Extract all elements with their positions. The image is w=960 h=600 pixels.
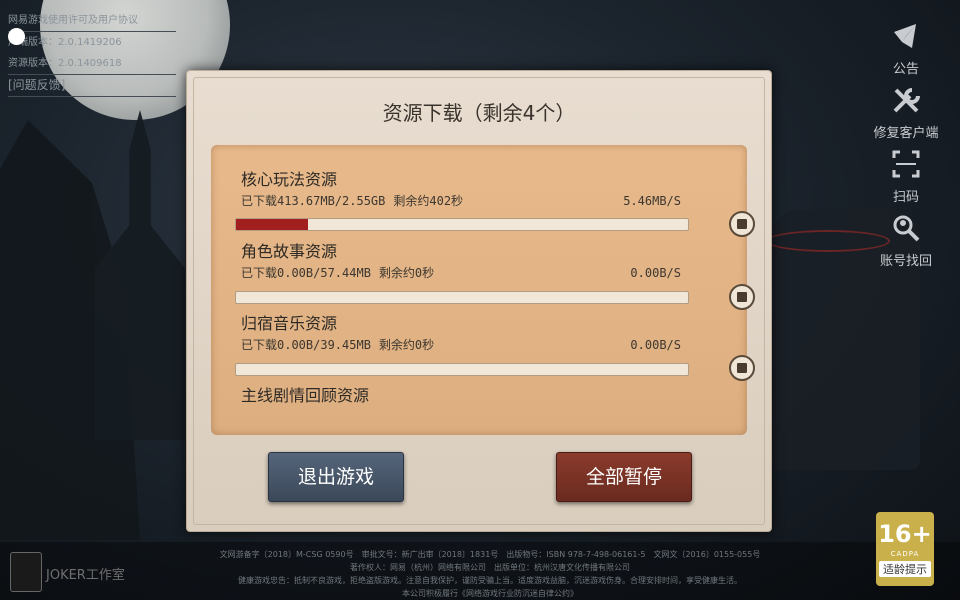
pause-item-button[interactable] bbox=[729, 284, 755, 310]
progress-bar-core bbox=[235, 218, 689, 231]
pause-item-button[interactable] bbox=[729, 355, 755, 381]
item-name: 角色故事资源 bbox=[241, 242, 338, 261]
item-stats: 已下载413.67MB/2.55GB 剩余约402秒 5.46MB/S bbox=[241, 191, 681, 211]
floating-assist-dot[interactable] bbox=[8, 28, 25, 45]
item-name: 归宿音乐资源 bbox=[241, 314, 338, 333]
age-rating-badge[interactable]: 16+ CADPA 适龄提示 bbox=[876, 512, 934, 586]
notice-button[interactable]: 公告 bbox=[870, 20, 942, 77]
download-item-core: 核心玩法资源 已下载413.67MB/2.55GB 剩余约402秒 5.46MB/… bbox=[241, 169, 681, 211]
version-info: 网易游戏使用许可及用户协议 户端版本：2.0.1419206 资源版本：2.0.… bbox=[8, 10, 176, 97]
account-recovery-label: 账号找回 bbox=[879, 254, 932, 269]
joker-logo bbox=[10, 552, 42, 592]
item-downloaded: 已下载413.67MB/2.55GB bbox=[241, 194, 386, 208]
footer-line-4: 本公司积极履行《网络游戏行业防沉迷自律公约》 bbox=[402, 589, 578, 598]
church-silhouette bbox=[95, 110, 185, 440]
item-name: 主线剧情回顾资源 bbox=[241, 386, 370, 405]
footer-line-3: 健康游戏忠告：抵制不良游戏，拒绝盗版游戏。注意自我保护，谨防受骗上当。适度游戏益… bbox=[238, 576, 742, 585]
item-downloaded: 已下载0.00B/57.44MB bbox=[241, 266, 371, 280]
exit-game-button[interactable]: 退出游戏 bbox=[268, 452, 404, 502]
scan-label: 扫码 bbox=[892, 190, 919, 205]
footer-line-1: 文网游备字〔2018〕M-CSG 0590号 审批文号：新广出审〔2018〕18… bbox=[219, 550, 761, 559]
studio-name: JOKER工作室 bbox=[46, 568, 125, 583]
item-downloaded: 已下载0.00B/39.45MB bbox=[241, 338, 371, 352]
resource-version: 资源版本：2.0.1409618 bbox=[8, 53, 176, 75]
pause-item-button[interactable] bbox=[729, 211, 755, 237]
progress-bar-story bbox=[235, 291, 689, 304]
item-remaining: 剩余约0秒 bbox=[378, 338, 435, 352]
item-name: 核心玩法资源 bbox=[241, 170, 338, 189]
item-remaining: 剩余约402秒 bbox=[393, 194, 464, 208]
footer: 文网游备字〔2018〕M-CSG 0590号 审批文号：新广出审〔2018〕18… bbox=[0, 542, 960, 600]
footer-line-2: 著作权人：网易（杭州）网络有限公司 出版单位：杭州汉唐文化传播有限公司 bbox=[350, 563, 630, 572]
repair-client-label: 修复客户端 bbox=[873, 126, 939, 141]
download-item-story: 角色故事资源 已下载0.00B/57.44MB 剩余约0秒 0.00B/S bbox=[241, 241, 681, 283]
download-item-music: 归宿音乐资源 已下载0.00B/39.45MB 剩余约0秒 0.00B/S bbox=[241, 313, 681, 355]
age-rating-org: CADPA bbox=[890, 550, 920, 558]
age-rating-tip: 适龄提示 bbox=[879, 561, 931, 577]
item-stats: 已下载0.00B/57.44MB 剩余约0秒 0.00B/S bbox=[241, 263, 681, 283]
repair-client-button[interactable]: 修复客户端 bbox=[870, 84, 942, 141]
progress-bar-music bbox=[235, 363, 689, 376]
download-item-recap: 主线剧情回顾资源 bbox=[241, 385, 681, 407]
item-remaining: 剩余约0秒 bbox=[378, 266, 435, 280]
feedback-link[interactable]: [问题反馈] bbox=[8, 75, 176, 97]
dialog-title: 资源下载（剩余4个） bbox=[382, 101, 576, 125]
item-speed: 0.00B/S bbox=[630, 266, 681, 280]
account-recovery-button[interactable]: 账号找回 bbox=[870, 212, 942, 269]
scan-button[interactable]: 扫码 bbox=[870, 148, 942, 205]
license-link[interactable]: 网易游戏使用许可及用户协议 bbox=[8, 10, 176, 32]
item-speed: 0.00B/S bbox=[630, 338, 681, 352]
notice-label: 公告 bbox=[892, 62, 919, 77]
repair-tools-icon bbox=[893, 88, 920, 113]
download-list: 核心玩法资源 已下载413.67MB/2.55GB 剩余约402秒 5.46MB/… bbox=[211, 145, 755, 435]
scan-qr-icon bbox=[892, 150, 920, 178]
account-search-icon bbox=[893, 215, 920, 242]
age-rating-number: 16+ bbox=[878, 520, 932, 548]
progress-fill bbox=[236, 219, 309, 230]
pause-all-button[interactable]: 全部暂停 bbox=[556, 452, 692, 502]
item-stats: 已下载0.00B/39.45MB 剩余约0秒 0.00B/S bbox=[241, 335, 681, 355]
item-speed: 5.46MB/S bbox=[623, 194, 681, 208]
notice-icon bbox=[894, 24, 916, 48]
client-version: 户端版本：2.0.1419206 bbox=[8, 37, 122, 48]
